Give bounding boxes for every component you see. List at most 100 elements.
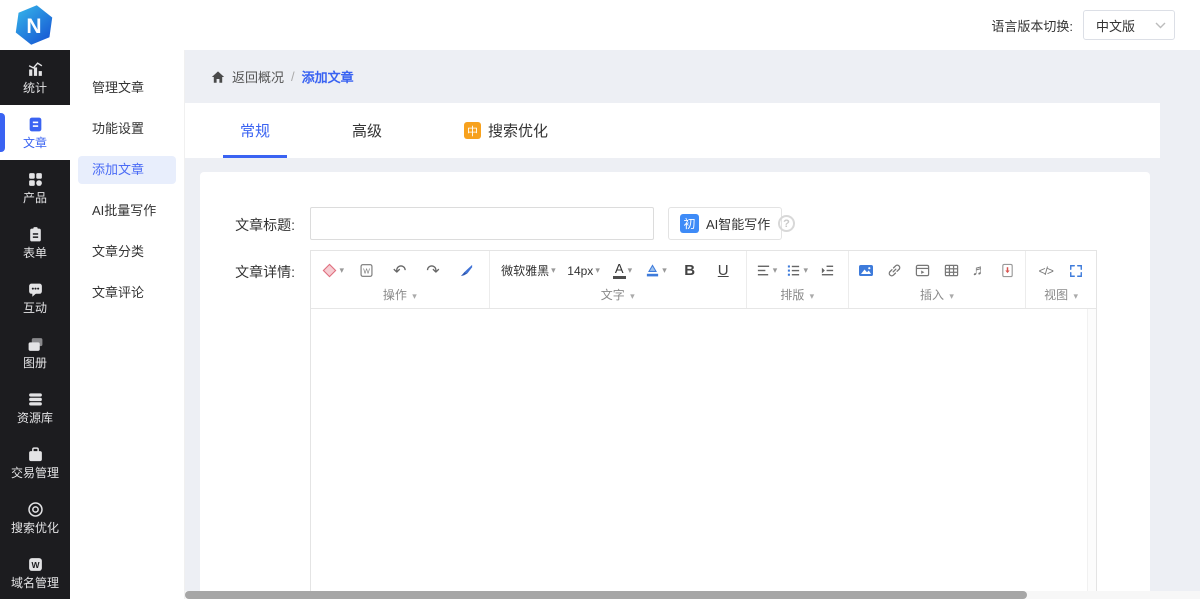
product-icon: [27, 171, 44, 188]
undo-icon[interactable]: ↶: [389, 259, 411, 283]
ai-button-label: AI智能写作: [706, 214, 770, 233]
toolbar-group-view: </> 视图 ▾: [1025, 251, 1096, 308]
breadcrumb-current: 添加文章: [302, 67, 354, 86]
submenu-item-article-comments[interactable]: 文章评论: [78, 279, 176, 307]
indent-icon[interactable]: [817, 259, 839, 283]
horizontal-scrollbar-thumb[interactable]: [185, 591, 1027, 599]
tab-label: 搜索优化: [488, 120, 548, 141]
fullscreen-icon[interactable]: [1065, 259, 1087, 283]
group-dropdown-insert[interactable]: 插入 ▾: [849, 286, 1026, 307]
bold-icon[interactable]: B: [679, 259, 701, 283]
group-dropdown-text[interactable]: 文字 ▾: [490, 286, 746, 307]
active-tab-underline: [223, 155, 287, 158]
sidebar-item-articles[interactable]: 文章: [0, 105, 70, 160]
submenu-item-manage-articles[interactable]: 管理文章: [78, 74, 176, 102]
submenu-item-ai-batch-writing[interactable]: AI批量写作: [78, 197, 176, 225]
sidebar-item-seo[interactable]: 搜索优化: [0, 490, 70, 545]
sidebar-item-label: 图册: [23, 357, 47, 369]
sidebar-item-products[interactable]: 产品: [0, 160, 70, 215]
sidebar-item-domains[interactable]: W 域名管理: [0, 545, 70, 599]
tab-seo[interactable]: 中 搜索优化: [447, 103, 565, 158]
domain-icon: W: [27, 556, 44, 573]
group-dropdown-layout[interactable]: 排版 ▾: [747, 286, 848, 307]
submenu-item-add-article[interactable]: 添加文章: [78, 156, 176, 184]
tab-label: 常规: [240, 120, 270, 141]
tab-general[interactable]: 常规: [223, 103, 287, 158]
breadcrumb-separator: /: [291, 69, 295, 84]
underline-icon[interactable]: U: [712, 259, 734, 283]
insert-link-icon[interactable]: [883, 259, 905, 283]
sidebar-item-forms[interactable]: 表单: [0, 215, 70, 270]
article-title-input[interactable]: [310, 207, 654, 240]
resource-icon: [27, 391, 44, 408]
sidebar-item-interaction[interactable]: 互动: [0, 270, 70, 325]
toolbar-group-layout: ▾ ▾ 排版 ▾: [746, 251, 848, 308]
redo-icon[interactable]: ↷: [422, 259, 444, 283]
top-header: N 语言版本切换: 中文版: [0, 0, 1200, 50]
editor-toolbar: ▾ W ↶ ↷ 操作 ▾: [311, 251, 1096, 309]
svg-text:N: N: [26, 15, 41, 38]
album-icon: [27, 336, 44, 353]
tab-advanced[interactable]: 高级: [335, 103, 399, 158]
main-content: 返回概况 / 添加文章 常规 高级 中 搜索优化 文章标题: 初 AI智能写作 …: [185, 50, 1200, 599]
article-detail-label: 文章详情:: [200, 262, 295, 282]
align-icon[interactable]: ▾: [756, 259, 778, 283]
font-family-select[interactable]: 微软雅黑▾: [501, 259, 556, 283]
language-switcher: 语言版本切换: 中文版: [991, 10, 1175, 40]
word-import-icon[interactable]: W: [356, 259, 378, 283]
insert-pdf-icon[interactable]: [997, 259, 1019, 283]
editor-content-area[interactable]: [311, 309, 1096, 599]
language-select[interactable]: 中文版: [1083, 10, 1175, 40]
language-label: 语言版本切换:: [991, 16, 1073, 35]
sidebar-item-label: 资源库: [17, 412, 53, 424]
insert-audio-icon[interactable]: ♬: [968, 259, 990, 283]
form-card: 文章标题: 初 AI智能写作 ? 文章详情: ▾ W: [200, 172, 1150, 599]
ai-writing-button[interactable]: 初 AI智能写作: [668, 207, 782, 240]
insert-table-icon[interactable]: [940, 259, 962, 283]
submenu-item-article-categories[interactable]: 文章分类: [78, 238, 176, 266]
breadcrumb-back-link[interactable]: 返回概况: [232, 67, 284, 86]
form-icon: [27, 226, 44, 243]
submenu-item-feature-settings[interactable]: 功能设置: [78, 115, 176, 143]
list-icon[interactable]: ▾: [786, 259, 808, 283]
help-icon[interactable]: ?: [778, 215, 795, 232]
tab-bar: 常规 高级 中 搜索优化: [185, 103, 1160, 158]
home-icon[interactable]: [211, 70, 225, 84]
source-code-icon[interactable]: </>: [1035, 259, 1057, 283]
tab-label: 高级: [352, 120, 382, 141]
eraser-icon[interactable]: ▾: [322, 259, 344, 283]
group-dropdown-view[interactable]: 视图 ▾: [1026, 286, 1096, 307]
app-logo-icon[interactable]: N: [12, 3, 56, 47]
sidebar-item-stats[interactable]: 统计: [0, 50, 70, 105]
interaction-icon: [27, 281, 44, 298]
horizontal-scrollbar-track[interactable]: [185, 591, 1200, 599]
sidebar-item-label: 统计: [23, 82, 47, 94]
toolbar-group-text: 微软雅黑▾ 14px▾ A ▾ ▾ B: [489, 251, 746, 308]
seo-badge-icon: 中: [464, 122, 481, 139]
chevron-down-icon: [1155, 22, 1166, 29]
svg-text:W: W: [363, 268, 370, 275]
toolbar-group-insert: ♬ 插入 ▾: [848, 251, 1026, 308]
group-dropdown-operations[interactable]: 操作 ▾: [311, 286, 489, 307]
font-color-icon[interactable]: A ▾: [611, 259, 633, 283]
insert-video-icon[interactable]: [912, 259, 934, 283]
language-select-value: 中文版: [1096, 16, 1135, 35]
sidebar-item-trade[interactable]: 交易管理: [0, 435, 70, 490]
stats-icon: [27, 61, 44, 78]
sidebar-item-label: 交易管理: [11, 467, 59, 479]
sidebar-item-label: 搜索优化: [11, 522, 59, 534]
trade-icon: [27, 446, 44, 463]
format-painter-icon[interactable]: [455, 259, 477, 283]
highlight-color-icon[interactable]: ▾: [645, 259, 667, 283]
editor-vertical-scrollbar[interactable]: [1087, 309, 1096, 599]
seo-icon: [27, 501, 44, 518]
ai-badge-icon: 初: [680, 214, 699, 233]
sidebar-item-label: 产品: [23, 192, 47, 204]
active-indicator-bar: [0, 113, 5, 152]
font-size-select[interactable]: 14px▾: [567, 259, 600, 283]
insert-image-icon[interactable]: [855, 259, 877, 283]
sidebar-item-albums[interactable]: 图册: [0, 325, 70, 380]
article-title-label: 文章标题:: [200, 215, 295, 235]
sidebar-item-resources[interactable]: 资源库: [0, 380, 70, 435]
sidebar-item-label: 文章: [23, 137, 47, 149]
